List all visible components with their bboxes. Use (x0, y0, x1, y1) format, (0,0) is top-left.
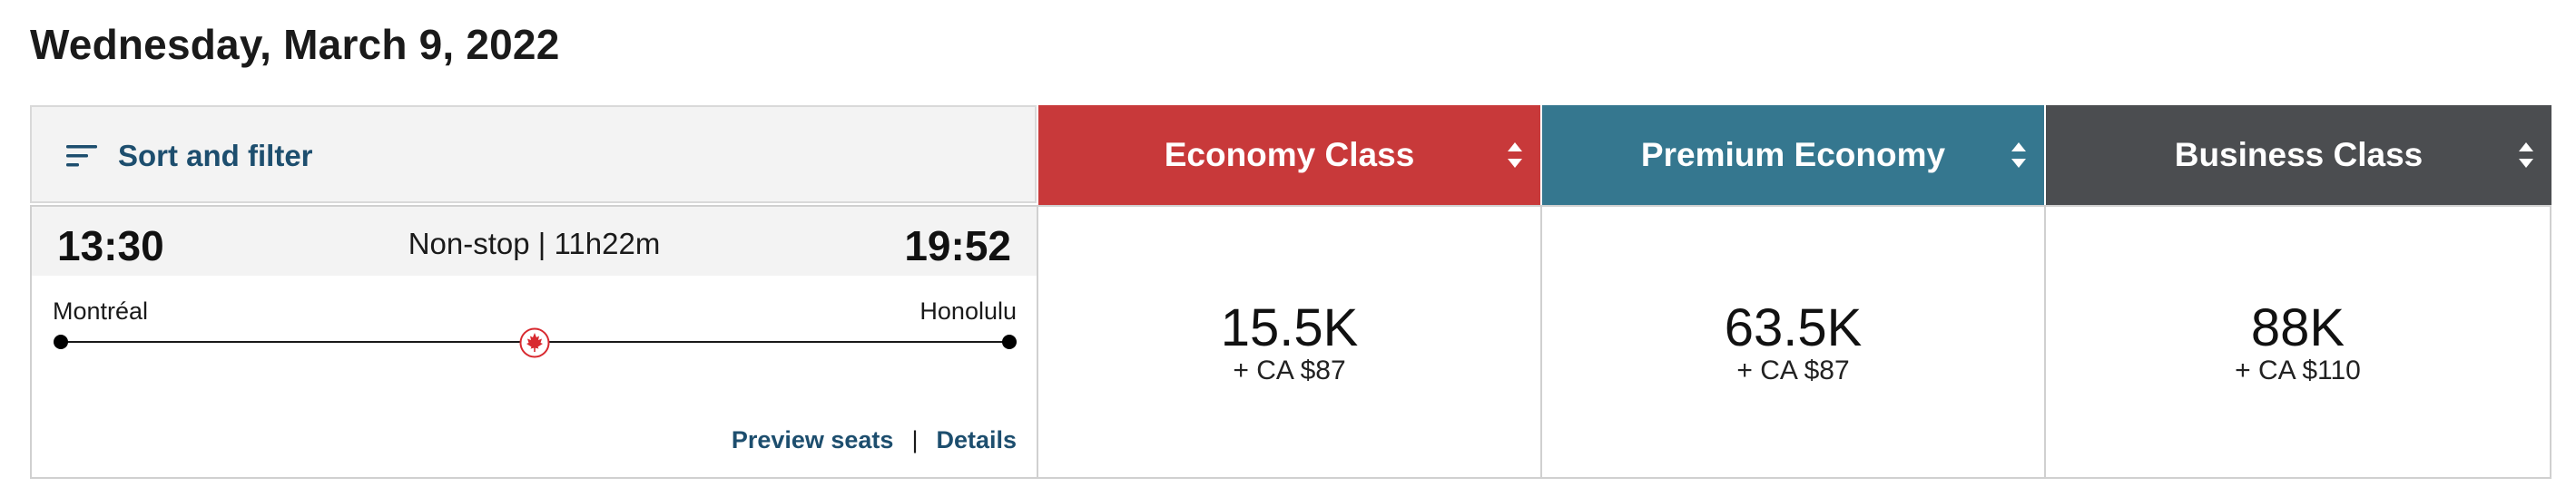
flight-links: Preview seats | Details (732, 426, 1017, 454)
flight-info: 13:30 Non-stop | 11h22m 19:52 Montréal H… (30, 205, 1038, 479)
preview-seats-link[interactable]: Preview seats (732, 426, 894, 453)
fare-business-class[interactable]: 88K + CA $110 (2046, 205, 2551, 479)
fare-points: 63.5K (1724, 298, 1863, 357)
flight-times-bar: 13:30 Non-stop | 11h22m 19:52 (32, 207, 1037, 276)
sort-arrows-icon (1508, 142, 1522, 168)
maple-leaf-icon (519, 327, 550, 358)
stops-duration: Non-stop | 11h22m (408, 227, 661, 260)
business-class-label: Business Class (2174, 136, 2424, 173)
origin-city: Montréal (53, 297, 149, 325)
sort-arrows-icon (2519, 142, 2533, 168)
flight-results-grid: Sort and filter Economy Class Premium Ec… (30, 105, 2551, 479)
page-title: Wednesday, March 9, 2022 (30, 21, 560, 68)
tab-economy-class[interactable]: Economy Class (1038, 105, 1540, 205)
sort-and-filter-label: Sort and filter (118, 139, 313, 172)
economy-class-label: Economy Class (1164, 136, 1415, 173)
premium-economy-label: Premium Economy (1640, 136, 1946, 173)
destination-city: Honolulu (919, 297, 1017, 325)
sort-and-filter-button[interactable]: Sort and filter (30, 105, 1037, 203)
fare-cash: + CA $87 (1233, 356, 1346, 385)
sort-filter-icon (66, 145, 97, 167)
details-link[interactable]: Details (936, 426, 1017, 453)
fare-premium-economy[interactable]: 63.5K + CA $87 (1542, 205, 2046, 479)
fare-points: 15.5K (1220, 298, 1359, 357)
destination-dot (1002, 335, 1017, 349)
origin-dot (54, 335, 68, 349)
fare-points: 88K (2250, 298, 2345, 357)
fare-cash: + CA $87 (1736, 356, 1850, 385)
tab-business-class[interactable]: Business Class (2046, 105, 2551, 205)
tab-premium-economy[interactable]: Premium Economy (1542, 105, 2044, 205)
links-separator: | (911, 426, 919, 453)
fare-economy-class[interactable]: 15.5K + CA $87 (1037, 205, 1542, 479)
arrival-time: 19:52 (904, 222, 1011, 269)
sort-arrows-icon (2011, 142, 2026, 168)
fare-cash: + CA $110 (2235, 356, 2361, 385)
